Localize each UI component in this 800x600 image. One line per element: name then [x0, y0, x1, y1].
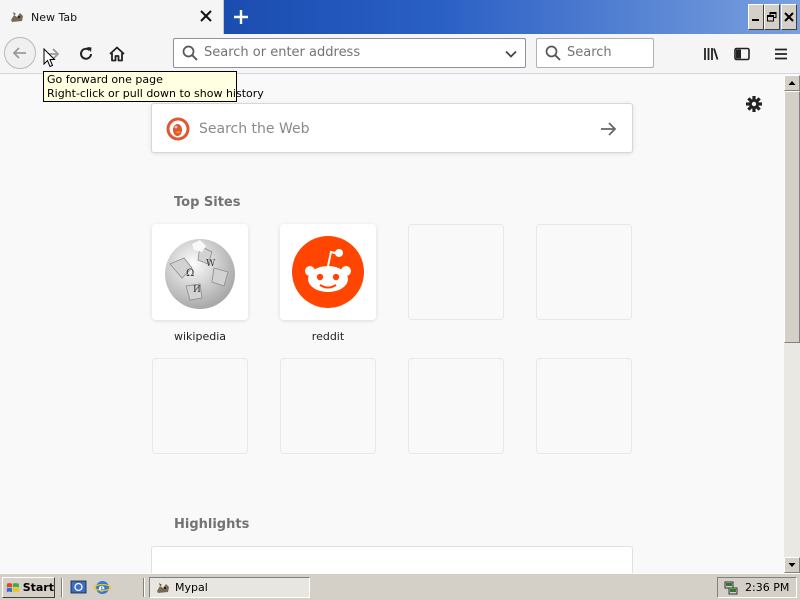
navigation-toolbar	[0, 34, 800, 74]
highlights-card[interactable]	[151, 546, 633, 573]
empty-top-site-tile	[280, 358, 376, 454]
top-site-tile-wikipedia[interactable]: Ω W И	[152, 224, 248, 320]
system-tray: 2:36 PM	[717, 577, 797, 598]
taskbar-button-label: Mypal	[175, 581, 208, 594]
mypal-icon	[11, 12, 23, 22]
top-site-label-wikipedia: wikipedia	[173, 330, 226, 343]
new-tab-plus-icon[interactable]	[230, 6, 252, 28]
tooltip-line-2: Right-click or pull down to show history	[47, 87, 264, 100]
reddit-snoo-icon	[292, 236, 364, 308]
restore-icon	[767, 12, 777, 22]
scroll-up-button[interactable]	[784, 75, 800, 91]
web-search-box[interactable]: Search the Web	[151, 103, 633, 153]
library-icon	[704, 48, 719, 60]
tab-new-tab[interactable]: New Tab	[0, 0, 224, 34]
search-input[interactable]	[567, 45, 649, 60]
restore-button[interactable]	[764, 4, 780, 30]
duckduckgo-icon	[166, 117, 190, 141]
gear-icon[interactable]	[745, 95, 763, 113]
empty-top-site-tile	[536, 224, 632, 320]
svg-text:И: И	[193, 285, 201, 295]
highlights-heading: Highlights	[174, 517, 250, 532]
title-bar: New Tab	[0, 0, 800, 34]
top-site-label-reddit: reddit	[311, 330, 345, 343]
network-tray-icon[interactable]	[723, 580, 739, 596]
web-search-placeholder: Search the Web	[199, 121, 310, 137]
close-icon	[784, 12, 794, 22]
taskbar-button-mypal[interactable]: Mypal	[149, 577, 310, 598]
new-tab-page: Search the Web Top Sites Ω W И wikipedia	[0, 75, 784, 573]
tooltip-line-1: Go forward one page	[47, 73, 163, 86]
close-window-button[interactable]	[781, 4, 797, 30]
chevron-down-icon[interactable]	[504, 47, 518, 61]
empty-top-site-tile	[152, 358, 248, 454]
address-input[interactable]	[204, 45, 494, 60]
library-button[interactable]	[697, 40, 725, 68]
start-label: Start	[22, 581, 54, 594]
close-tab-icon[interactable]	[198, 8, 214, 24]
address-bar[interactable]	[173, 38, 526, 68]
minimize-icon	[752, 19, 759, 21]
mypal-icon	[157, 582, 169, 593]
search-icon	[545, 45, 561, 61]
start-button[interactable]: Start	[2, 577, 55, 598]
svg-text:Ω: Ω	[186, 268, 194, 279]
tab-title: New Tab	[31, 10, 78, 24]
reload-button[interactable]	[72, 40, 100, 68]
clock[interactable]: 2:36 PM	[745, 581, 789, 594]
top-sites-heading: Top Sites	[174, 195, 241, 210]
empty-top-site-tile	[408, 358, 504, 454]
show-desktop-icon[interactable]	[70, 579, 87, 596]
arrow-up-icon	[788, 81, 796, 85]
taskbar-separator	[61, 578, 63, 597]
scroll-down-button[interactable]	[784, 557, 800, 573]
sidebar-icon	[734, 47, 750, 61]
sidebar-button[interactable]	[728, 40, 756, 68]
home-icon	[109, 46, 125, 62]
home-button[interactable]	[103, 40, 131, 68]
taskbar: Start e Mypal 2:36 PM	[0, 573, 800, 600]
top-site-tile-reddit[interactable]	[280, 224, 376, 320]
wikipedia-globe-icon: Ω W И	[165, 239, 235, 309]
windows-flag-icon	[6, 582, 19, 592]
empty-top-site-tile	[536, 358, 632, 454]
arrow-down-icon	[788, 563, 796, 567]
hamburger-menu-icon	[775, 48, 787, 60]
forward-tooltip: Go forward one page Right-click or pull …	[43, 71, 264, 102]
search-bar[interactable]	[536, 38, 654, 68]
taskbar-separator	[143, 578, 145, 597]
internet-explorer-icon[interactable]: e	[94, 579, 111, 596]
vertical-scrollbar[interactable]	[784, 75, 800, 573]
svg-text:W: W	[206, 259, 216, 269]
mouse-cursor-icon	[43, 48, 56, 68]
back-button[interactable]	[4, 37, 36, 69]
empty-top-site-tile	[408, 224, 504, 320]
menu-button[interactable]	[767, 40, 795, 68]
reload-icon	[80, 47, 92, 60]
minimize-button[interactable]	[748, 4, 764, 30]
arrow-right-icon[interactable]	[598, 119, 618, 139]
back-arrow-icon	[12, 47, 26, 59]
search-icon	[182, 45, 198, 61]
scrollbar-thumb[interactable]	[784, 91, 800, 343]
